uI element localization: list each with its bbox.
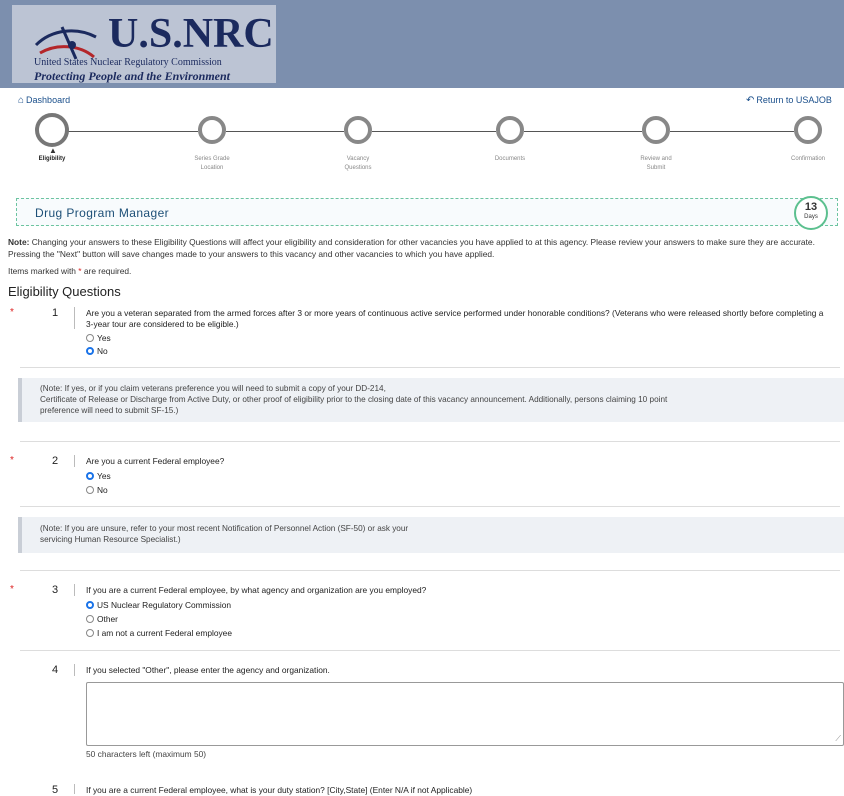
step-series-circle[interactable] — [198, 116, 226, 144]
step-label-series-text: Series Grade Location — [194, 156, 230, 171]
logo-subtitle: United States Nuclear Regulatory Commiss… — [34, 57, 222, 68]
q1-note: (Note: If yes, or if you claim veterans … — [18, 378, 844, 422]
step-eligibility-circle[interactable] — [35, 113, 69, 147]
days-number: 13 — [804, 201, 818, 213]
required-star: * — [10, 307, 14, 318]
q3-option-not-federal[interactable]: I am not a current Federal employee — [86, 628, 232, 638]
q1-note-line2: Certificate of Release or Discharge from… — [40, 395, 668, 404]
step-review-circle[interactable] — [642, 116, 670, 144]
option-label: US Nuclear Regulatory Commission — [97, 600, 232, 610]
q1-option-no[interactable]: No — [86, 346, 108, 356]
radio-button[interactable] — [86, 347, 94, 355]
note-text: Changing your answers to these Eligibili… — [8, 237, 815, 259]
nrc-logo[interactable]: U.S.NRC United States Nuclear Regulatory… — [12, 5, 276, 83]
divider — [20, 506, 840, 507]
divider — [20, 570, 840, 571]
q1-note-line1: (Note: If yes, or if you claim veterans … — [40, 384, 386, 393]
note-label: Note: — [8, 237, 30, 247]
other-agency-textarea[interactable]: ⟋ — [86, 682, 844, 746]
days-remaining-badge: 13 Days — [794, 196, 828, 230]
divider — [20, 367, 840, 368]
site-banner: U.S.NRC United States Nuclear Regulatory… — [0, 0, 844, 88]
step-label-confirmation: Confirmation — [790, 156, 825, 162]
option-label: No — [97, 485, 108, 495]
q3-option-nrc[interactable]: US Nuclear Regulatory Commission — [86, 600, 231, 610]
logo-title: U.S.NRC — [108, 11, 274, 57]
resize-handle-icon[interactable]: ⟋ — [835, 735, 841, 743]
step-vacancy-circle[interactable] — [344, 116, 372, 144]
question-2-text: Are you a current Federal employee? — [86, 456, 225, 466]
question-number: 3 — [52, 584, 59, 596]
q2-option-no[interactable]: No — [86, 485, 108, 495]
question-3-text: If you are a current Federal employee, b… — [86, 585, 427, 595]
question-divider — [74, 664, 75, 676]
step-label-review: Review and Submit — [611, 155, 701, 173]
q2-note-line1: (Note: If you are unsure, refer to your … — [40, 524, 409, 533]
required-legend-before: Items marked with — [8, 266, 79, 276]
step-connector — [524, 131, 642, 132]
question-5-text: If you are a current Federal employee, w… — [86, 785, 473, 795]
dashboard-link[interactable]: ⌂ Dashboard — [18, 95, 70, 106]
step-connector — [670, 131, 794, 132]
q2-note-line2: servicing Human Resource Specialist.) — [40, 535, 181, 544]
reply-arrow-icon: ↶ — [746, 95, 755, 106]
step-label-documents: Documents — [494, 156, 526, 162]
step-label-vacancy-text: Vacancy Questions — [344, 156, 372, 171]
step-label-vacancy: Vacancy Questions — [313, 155, 403, 173]
return-label: Return to USAJOB — [756, 95, 832, 105]
step-connector — [372, 131, 496, 132]
divider — [20, 650, 840, 651]
step-label-eligibility: Eligibility — [38, 156, 66, 162]
required-legend-after: are required. — [81, 266, 132, 276]
question-divider — [74, 455, 75, 467]
question-number: 5 — [52, 784, 59, 796]
question-divider — [74, 307, 75, 329]
vacancy-title: Drug Program Manager — [35, 206, 170, 220]
step-connector — [226, 131, 344, 132]
required-legend: Items marked with * are required. — [8, 266, 131, 276]
divider — [20, 441, 840, 442]
question-number: 1 — [52, 307, 59, 319]
section-title: Eligibility Questions — [8, 284, 121, 299]
option-label: Yes — [97, 471, 111, 481]
current-step-pointer-icon: ▲ — [49, 146, 57, 155]
question-divider — [74, 584, 75, 596]
radio-button[interactable] — [86, 334, 94, 342]
option-label: Yes — [97, 333, 111, 343]
char-counter: 50 characters left (maximum 50) — [86, 749, 207, 759]
required-star: * — [10, 584, 14, 595]
option-label: Other — [97, 614, 118, 624]
q2-option-yes[interactable]: Yes — [86, 471, 111, 481]
logo-tagline: Protecting People and the Environment — [34, 69, 231, 83]
eligibility-note: Note: Changing your answers to these Eli… — [8, 236, 838, 260]
step-documents-circle[interactable] — [496, 116, 524, 144]
radio-button[interactable] — [86, 472, 94, 480]
home-icon: ⌂ — [18, 95, 25, 106]
vacancy-header: Drug Program Manager — [16, 198, 838, 226]
radio-button[interactable] — [86, 629, 94, 637]
radio-button[interactable] — [86, 615, 94, 623]
option-label: I am not a current Federal employee — [97, 628, 232, 638]
radio-button[interactable] — [86, 486, 94, 494]
return-link[interactable]: ↶ Return to USAJOB — [746, 95, 832, 106]
dashboard-label: Dashboard — [26, 95, 71, 105]
question-divider — [74, 784, 75, 794]
q1-note-line3: preference will need to submit SF-15.) — [40, 406, 179, 415]
required-star: * — [10, 455, 14, 466]
q2-note: (Note: If you are unsure, refer to your … — [18, 517, 844, 553]
question-number: 2 — [52, 455, 59, 467]
q1-option-yes[interactable]: Yes — [86, 333, 111, 343]
days-label: Days — [804, 214, 818, 220]
question-1-text: Are you a veteran separated from the arm… — [86, 308, 824, 329]
question-number: 4 — [52, 664, 59, 676]
step-label-review-text: Review and Submit — [640, 156, 672, 171]
radio-button[interactable] — [86, 601, 94, 609]
option-label: No — [97, 346, 108, 356]
step-connector — [66, 131, 198, 132]
question-4-text: If you selected "Other", please enter th… — [86, 665, 330, 675]
step-confirmation-circle[interactable] — [794, 116, 822, 144]
q3-option-other[interactable]: Other — [86, 614, 118, 624]
step-label-series: Series Grade Location — [167, 155, 257, 173]
